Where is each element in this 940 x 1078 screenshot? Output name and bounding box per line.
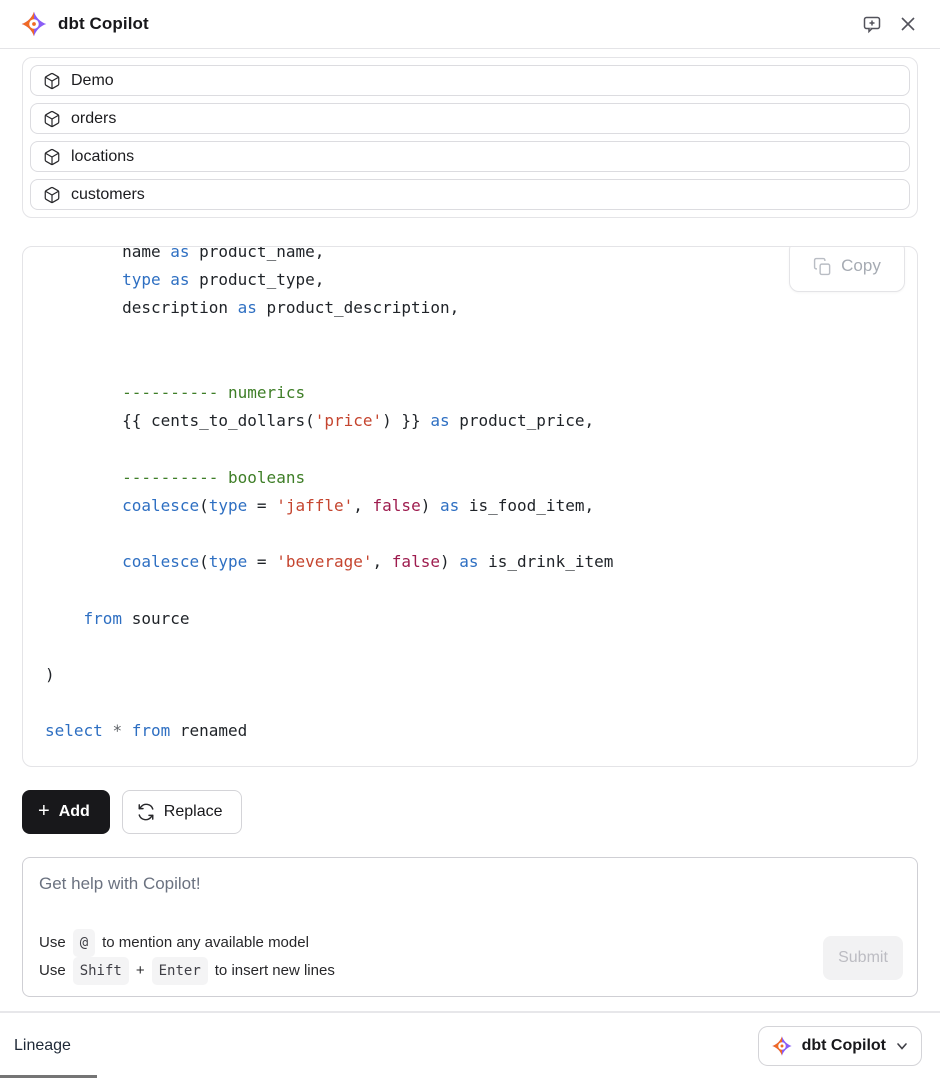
enter-key: Enter	[152, 957, 208, 985]
add-to-editor-icon	[861, 13, 883, 35]
model-chip-demo[interactable]: Demo	[30, 65, 910, 96]
dbt-copilot-logo-icon	[20, 10, 48, 38]
at-key: @	[73, 929, 95, 957]
code-line: from source	[45, 605, 895, 633]
footer-bar: Lineage dbt Copilot	[0, 1013, 940, 1078]
code-line: select * from renamed	[45, 717, 895, 745]
code-line	[45, 323, 895, 351]
code-line	[45, 576, 895, 604]
copilot-prompt-box: Get help with Copilot! Use @ to mention …	[22, 857, 918, 997]
code-line	[45, 633, 895, 661]
code-line: ---------- booleans	[45, 464, 895, 492]
model-chip-orders[interactable]: orders	[30, 103, 910, 134]
refresh-icon	[137, 803, 155, 821]
dbt-copilot-panel: dbt Copilot Demo orders loca	[0, 0, 940, 1078]
code-line	[45, 520, 895, 548]
model-cube-icon	[43, 186, 61, 204]
code-line: {{ cents_to_dollars('price') }} as produ…	[45, 407, 895, 435]
code-action-row: + Add Replace	[22, 790, 918, 834]
code-lines: name as product_name, type as product_ty…	[23, 246, 917, 766]
model-chip-label: locations	[71, 148, 134, 166]
copy-button-label: Copy	[841, 256, 881, 276]
hint-mention: Use @ to mention any available model	[39, 929, 335, 957]
model-cube-icon	[43, 148, 61, 166]
replace-button[interactable]: Replace	[122, 790, 242, 834]
code-line: ---------- numerics	[45, 379, 895, 407]
code-line: type as product_type,	[45, 266, 895, 294]
model-chip-locations[interactable]: locations	[30, 141, 910, 172]
copy-icon	[813, 257, 832, 276]
model-chip-customers[interactable]: customers	[30, 179, 910, 210]
selector-label: dbt Copilot	[802, 1037, 886, 1055]
prompt-hints: Use @ to mention any available model Use…	[39, 929, 335, 985]
prompt-input[interactable]: Get help with Copilot!	[23, 858, 917, 910]
panel-title: dbt Copilot	[58, 14, 149, 34]
model-chip-label: orders	[71, 110, 116, 128]
copy-button[interactable]: Copy	[789, 246, 905, 292]
model-list: Demo orders locations customers	[22, 57, 918, 218]
code-line: )	[45, 661, 895, 689]
add-to-editor-button[interactable]	[858, 10, 886, 38]
code-line	[45, 435, 895, 463]
shift-key: Shift	[73, 957, 129, 985]
tab-lineage[interactable]: Lineage	[14, 1037, 71, 1055]
code-line	[45, 689, 895, 717]
plus-icon: +	[38, 801, 50, 821]
panel-selector-dropdown[interactable]: dbt Copilot	[758, 1026, 922, 1066]
add-button-label: Add	[59, 803, 90, 821]
code-line: coalesce(type = 'beverage', false) as is…	[45, 548, 895, 576]
chevron-down-icon	[895, 1039, 909, 1053]
submit-button[interactable]: Submit	[823, 936, 903, 980]
panel-header: dbt Copilot	[0, 0, 940, 49]
close-button[interactable]	[894, 10, 922, 38]
code-preview: name as product_name, type as product_ty…	[22, 246, 918, 767]
code-line: description as product_description,	[45, 294, 895, 322]
dbt-copilot-logo-icon	[771, 1035, 793, 1057]
model-cube-icon	[43, 72, 61, 90]
code-line: coalesce(type = 'jaffle', false) as is_f…	[45, 492, 895, 520]
model-cube-icon	[43, 110, 61, 128]
add-button[interactable]: + Add	[22, 790, 110, 834]
model-chip-label: customers	[71, 186, 145, 204]
code-line: name as product_name,	[45, 246, 895, 266]
code-line	[45, 351, 895, 379]
close-icon	[898, 14, 918, 34]
model-chip-label: Demo	[71, 72, 114, 90]
replace-button-label: Replace	[164, 803, 223, 821]
hint-newline: Use Shift + Enter to insert new lines	[39, 957, 335, 985]
